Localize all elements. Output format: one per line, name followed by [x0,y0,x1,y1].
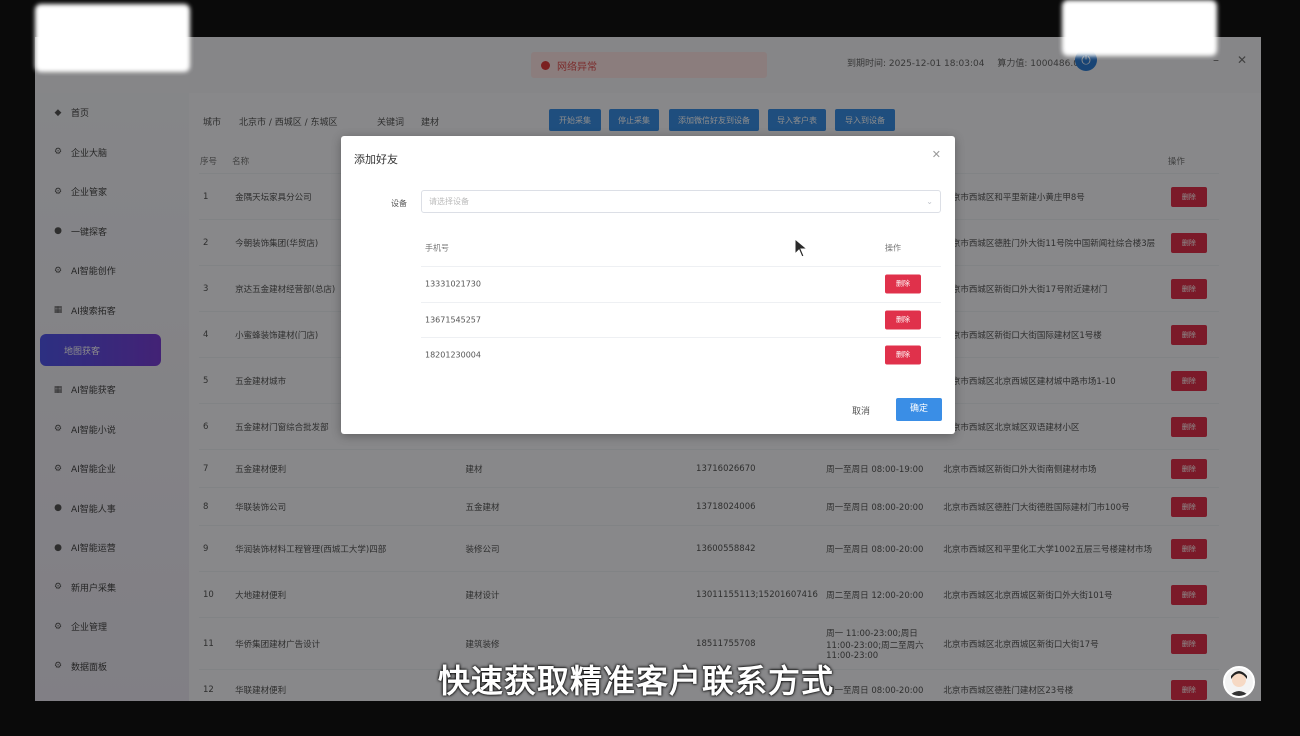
phone-number: 18201230004 [425,350,481,360]
phone-row: 18201230004 删除 [421,338,941,373]
phone-table-header: 手机号 操作 [421,229,941,267]
close-icon[interactable]: ✕ [932,148,941,161]
delete-phone-button[interactable]: 删除 [885,310,921,330]
add-friend-dialog: 添加好友 ✕ 设备 请选择设备 ⌄ 手机号 操作 13331021730 删除 … [341,136,955,434]
redaction-top-left [35,4,190,72]
delete-phone-button[interactable]: 删除 [885,345,921,365]
redaction-top-right [1062,0,1217,56]
phone-row: 13331021730 删除 [421,267,941,303]
phone-table: 手机号 操作 13331021730 删除 13671545257 删除 182… [421,229,941,373]
device-select[interactable]: 请选择设备 ⌄ [421,190,941,213]
device-placeholder: 请选择设备 [429,197,469,206]
op-col-header: 操作 [885,243,901,252]
avatar [1223,666,1255,698]
confirm-button[interactable]: 确定 [896,398,942,421]
phone-number: 13331021730 [425,279,481,289]
device-label: 设备 [391,199,407,208]
mouse-cursor-icon [794,238,809,258]
chevron-down-icon: ⌄ [926,197,933,206]
delete-phone-button[interactable]: 删除 [885,274,921,294]
person-icon [1229,671,1249,696]
cancel-button[interactable]: 取消 [852,404,870,417]
phone-row: 13671545257 删除 [421,303,941,338]
phone-number: 13671545257 [425,315,481,325]
phone-col-header: 手机号 [425,243,449,252]
video-caption: 快速获取精准客户联系方式 [438,662,835,700]
dialog-title: 添加好友 [354,153,398,166]
